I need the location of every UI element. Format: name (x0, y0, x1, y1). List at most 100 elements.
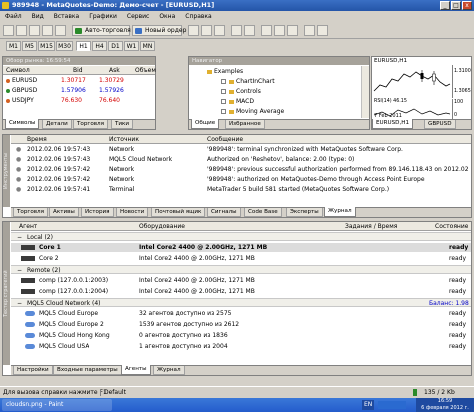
col-time[interactable]: Время (27, 135, 47, 144)
templates-icon[interactable] (317, 25, 328, 36)
timeframe-h1[interactable]: H1 (76, 41, 91, 51)
col-agent[interactable]: Агент (19, 222, 37, 231)
tab-favorites[interactable]: Избранное (225, 120, 265, 129)
list-item[interactable]: ● 2012.02.06 19:57:41 Terminal MetaTrade… (11, 185, 471, 194)
tab-journal[interactable]: Журнал (324, 207, 356, 217)
timeframe-m15[interactable]: M15 (38, 41, 55, 51)
group-local[interactable]: − Local (2) (11, 232, 471, 241)
minimize-icon[interactable]: _ (440, 1, 450, 10)
menu-help[interactable]: Справка (180, 11, 216, 22)
col-bid[interactable]: Bid (73, 66, 83, 75)
table-row[interactable]: Core 2 Intel Core2 4400 @ 2.00GHz, 1271 … (11, 254, 471, 263)
maximize-icon[interactable]: □ (451, 1, 461, 10)
col-tasks-time[interactable]: Задания / Время (345, 222, 397, 231)
timeframe-d1[interactable]: D1 (108, 41, 123, 51)
tab-symbols[interactable]: Символы (5, 119, 40, 129)
market-watch-icon[interactable] (29, 25, 40, 36)
tree-item[interactable]: MACD (221, 97, 347, 106)
col-hardware[interactable]: Оборудование (139, 222, 185, 231)
col-source[interactable]: Источник (109, 135, 139, 144)
table-row[interactable]: EURUSD 1.30717 1.30729 (3, 76, 155, 85)
tab-trade[interactable]: Торговля (13, 208, 48, 217)
tab-history[interactable]: История (81, 208, 114, 217)
navigator-icon[interactable] (55, 25, 66, 36)
candlestick-icon[interactable] (201, 25, 212, 36)
menu-tools[interactable]: Сервис (122, 11, 154, 22)
tab-mailbox[interactable]: Почтовый ящик (151, 208, 206, 217)
col-volume[interactable]: Объем (135, 66, 156, 75)
menu-insert[interactable]: Вставка (49, 11, 84, 22)
tile-windows-icon[interactable] (261, 25, 272, 36)
tab-news[interactable]: Новости (116, 208, 149, 217)
tab-signals[interactable]: Сигналы (207, 208, 241, 217)
tab-ticks[interactable]: Тики (111, 120, 134, 129)
tab-trading[interactable]: Торговля (73, 120, 108, 129)
table-row[interactable]: comp (127.0.0.1:2003) Intel Core2 4400 @… (11, 276, 471, 285)
col-message[interactable]: Сообщение (207, 135, 243, 144)
table-row[interactable]: GBPUSD 1.57906 1.57926 (3, 86, 155, 95)
autotrade-button[interactable]: Авто-торговля (72, 25, 131, 36)
list-item[interactable]: ● 2012.02.06 19:57:42 Network '989948': … (11, 165, 471, 174)
table-row[interactable]: Core 1 Intel Core2 4400 @ 2.00GHz, 1271 … (11, 243, 471, 252)
table-row[interactable]: USDJPY 76.630 76.640 (3, 96, 155, 105)
up-arrow-icon (6, 88, 10, 93)
tab-settings[interactable]: Настройки (13, 366, 53, 375)
close-icon[interactable]: x (462, 1, 472, 10)
profiles-icon[interactable] (16, 25, 27, 36)
chart-shift-icon[interactable] (274, 25, 285, 36)
new-chart-icon[interactable] (3, 25, 14, 36)
timeframe-m1[interactable]: M1 (6, 41, 21, 51)
menu-windows[interactable]: Окна (154, 11, 180, 22)
table-row[interactable]: MQL5 Cloud USA 1 агентов доступно из 200… (11, 342, 471, 351)
tree-item[interactable]: ChartInChart (221, 77, 347, 86)
language-indicator[interactable]: EN (362, 400, 375, 410)
tab-codebase[interactable]: Code Base (244, 208, 282, 217)
zoom-out-icon[interactable] (244, 25, 255, 36)
tree-item[interactable]: Moving Average (221, 107, 347, 116)
taskbar-item[interactable]: cloudsn.png - Paint (2, 399, 112, 411)
menu-charts[interactable]: Графики (84, 11, 122, 22)
zoom-in-icon[interactable] (231, 25, 242, 36)
tab-assets[interactable]: Активы (49, 208, 79, 217)
timeframe-m30[interactable]: M30 (56, 41, 73, 51)
navigator-scrollbar[interactable] (361, 66, 369, 118)
tab-experts[interactable]: Эксперты (286, 208, 323, 217)
clock-time: 16:59 (437, 398, 453, 404)
list-item[interactable]: ● 2012.02.06 19:57:42 Network '989948': … (11, 175, 471, 184)
menu-view[interactable]: Вид (27, 11, 49, 22)
list-item[interactable]: ● 2012.02.06 19:57:43 MQL5 Cloud Network… (11, 155, 471, 164)
autoscroll-icon[interactable] (287, 25, 298, 36)
tab-agents[interactable]: Агенты (121, 365, 151, 375)
col-status[interactable]: Состояние (435, 222, 468, 231)
group-cloud[interactable]: − MQL5 Cloud Network (4) Баланс: 1.98 (11, 298, 471, 307)
tab-chart-gbpusd[interactable]: GBPUSD (424, 120, 456, 129)
tab-chart-eurusd[interactable]: EURUSD,H1 (372, 119, 414, 129)
journal-message: MetaTrader 5 build 581 started (MetaQuot… (207, 186, 390, 193)
table-row[interactable]: MQL5 Cloud Hong Kong 0 агентов доступно … (11, 331, 471, 340)
col-ask[interactable]: Ask (109, 66, 120, 75)
timeframe-w1[interactable]: W1 (124, 41, 139, 51)
table-row[interactable]: MQL5 Cloud Europe 32 агентов доступно из… (11, 309, 471, 318)
tree-item[interactable]: Examples (207, 67, 347, 76)
tree-item[interactable]: Controls (221, 87, 347, 96)
timeframe-h4[interactable]: H4 (92, 41, 107, 51)
indicators-icon[interactable] (304, 25, 315, 36)
chart-window[interactable]: EURUSD,H1 1.3100 1.3065 RSI(14) 46.15 10… (371, 56, 472, 130)
tab-tester-journal[interactable]: Журнал (153, 366, 185, 375)
tab-common[interactable]: Общие (191, 119, 220, 129)
bar-chart-icon[interactable] (188, 25, 199, 36)
col-symbol[interactable]: Символ (6, 66, 30, 75)
list-item[interactable]: ● 2012.02.06 19:57:43 Network '989948': … (11, 145, 471, 154)
menu-file[interactable]: Файл (0, 11, 27, 22)
timeframe-m5[interactable]: M5 (22, 41, 37, 51)
timeframe-mn[interactable]: MN (140, 41, 155, 51)
table-row[interactable]: comp (127.0.0.1:2004) Intel Core2 4400 @… (11, 287, 471, 296)
data-window-icon[interactable] (42, 25, 53, 36)
line-chart-icon[interactable] (214, 25, 225, 36)
group-remote[interactable]: − Remote (2) (11, 265, 471, 274)
new-order-button[interactable]: Новый ордер (132, 25, 186, 36)
clock[interactable]: 16:59 6 февраля 2012 г. (416, 398, 474, 412)
tab-inputs[interactable]: Входные параметры (53, 366, 122, 375)
tab-details[interactable]: Детали (42, 120, 72, 129)
table-row[interactable]: MQL5 Cloud Europe 2 1539 агентов доступн… (11, 320, 471, 329)
